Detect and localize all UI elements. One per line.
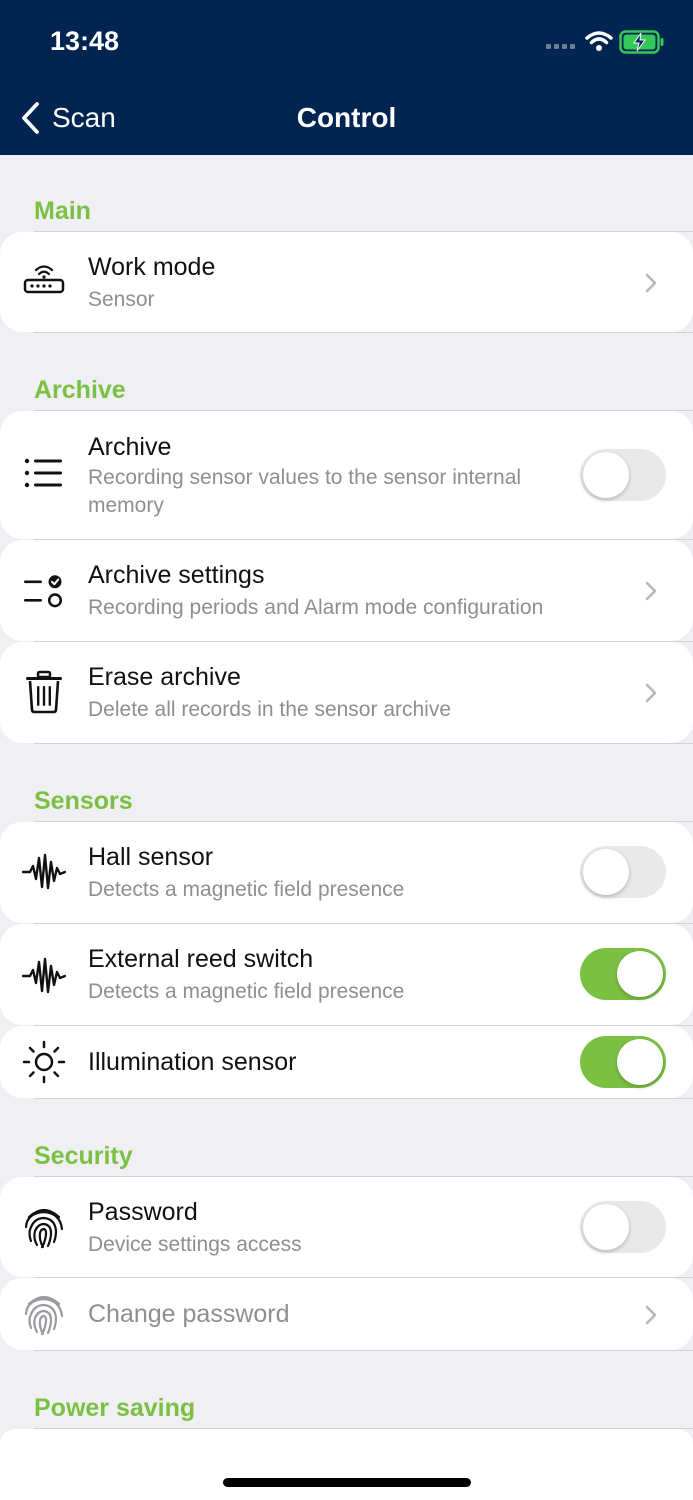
illumination-title: Illumination sensor <box>88 1048 297 1076</box>
settings-toggle-icon <box>24 575 63 608</box>
change-password-row[interactable]: Change password <box>0 1277 693 1351</box>
external-reed-toggle[interactable] <box>580 948 666 1000</box>
external-reed-subtitle: Detects a magnetic field presence <box>88 980 405 1003</box>
archive-toggle[interactable] <box>580 449 666 501</box>
page-title: Control <box>296 102 397 133</box>
archive-settings-row[interactable]: Archive settings Recording periods and A… <box>0 539 693 642</box>
password-row: Password Device settings access <box>0 1176 693 1278</box>
work-mode-value: Sensor <box>88 288 155 311</box>
archive-settings-subtitle: Recording periods and Alarm mode configu… <box>88 596 544 619</box>
archive-settings-title: Archive settings <box>88 561 265 589</box>
external-reed-title: External reed switch <box>88 945 314 973</box>
hall-sensor-toggle[interactable] <box>580 846 666 898</box>
chevron-right-icon <box>645 1305 657 1325</box>
wifi-icon <box>585 31 613 51</box>
work-mode-row[interactable]: Work mode Sensor <box>0 231 693 333</box>
erase-archive-subtitle: Delete all records in the sensor archive <box>88 698 452 721</box>
work-mode-title: Work mode <box>88 253 216 281</box>
waveform-icon <box>22 853 66 890</box>
home-indicator[interactable] <box>223 1478 471 1487</box>
erase-archive-row[interactable]: Erase archive Delete all records in the … <box>0 641 693 744</box>
hall-sensor-title: Hall sensor <box>88 843 214 871</box>
status-time: 13:48 <box>50 26 120 56</box>
archive-subtitle: Recording sensor values to the sensor in… <box>88 466 522 517</box>
router-icon <box>23 265 65 294</box>
waveform-icon <box>22 957 66 994</box>
trash-icon <box>26 670 62 714</box>
fingerprint-icon <box>24 1208 64 1249</box>
section-title-sensors: Sensors <box>34 787 133 815</box>
archive-row: Archive Recording sensor values to the s… <box>0 410 693 540</box>
chevron-right-icon <box>645 273 657 293</box>
erase-archive-title: Erase archive <box>88 663 241 691</box>
cellular-signal-icon <box>546 44 575 49</box>
section-title-archive: Archive <box>34 376 126 404</box>
chevron-right-icon <box>645 581 657 601</box>
chevron-right-icon <box>645 683 657 703</box>
illumination-row: Illumination sensor <box>0 1025 693 1099</box>
fingerprint-icon <box>24 1295 64 1336</box>
section-title-security: Security <box>34 1142 133 1170</box>
home-bar-area <box>0 1442 693 1500</box>
password-title: Password <box>88 1198 198 1226</box>
illumination-toggle[interactable] <box>580 1036 666 1088</box>
nav-header: 13:48 Scan Control <box>0 0 693 155</box>
archive-title: Archive <box>88 433 172 461</box>
section-title-power-saving: Power saving <box>34 1394 196 1422</box>
password-toggle[interactable] <box>580 1201 666 1253</box>
section-title-main: Main <box>34 197 91 225</box>
password-subtitle: Device settings access <box>88 1233 302 1256</box>
hall-sensor-row: Hall sensor Detects a magnetic field pre… <box>0 821 693 924</box>
sun-icon <box>22 1040 66 1084</box>
hall-sensor-subtitle: Detects a magnetic field presence <box>88 878 405 901</box>
change-password-title: Change password <box>88 1300 290 1328</box>
battery-charging-icon <box>619 30 664 54</box>
list-icon <box>24 458 62 488</box>
external-reed-row: External reed switch Detects a magnetic … <box>0 923 693 1026</box>
